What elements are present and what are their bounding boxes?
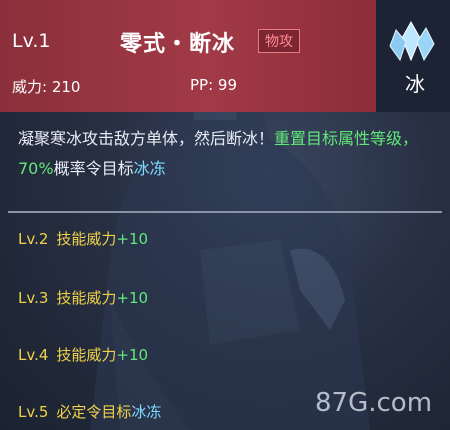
upgrade-value: +10 [116,289,149,307]
skill-power: 威力: 210 [12,78,81,96]
category-tag: 物攻 [258,29,300,53]
divider [8,211,442,213]
upgrade-level: Lv.5 [18,403,49,421]
description-effect: 重置目标属性等级， [274,129,419,148]
upgrade-level: Lv.2 [18,230,49,248]
upgrade-value: 冰冻 [131,403,162,421]
element-label: 冰 [405,72,425,96]
upgrade-row: Lv.3 技能威力+10 [18,287,148,308]
description-text: 凝聚寒冰攻击敌方单体，然后断冰！ [18,129,275,148]
upgrade-row: Lv.4 技能威力+10 [18,344,148,365]
upgrade-value: +10 [116,346,149,364]
description-status: 冰冻 [133,159,166,178]
upgrade-text: 技能威力 [56,230,117,248]
upgrade-level: Lv.3 [18,289,49,307]
upgrade-text: 技能威力 [56,346,117,364]
upgrade-row: Lv.2 技能威力+10 [18,228,148,249]
skill-description: 凝聚寒冰攻击敌方单体，然后断冰！重置目标属性等级， 70%概率令目标冰冻 [18,124,436,184]
upgrade-level: Lv.4 [18,346,49,364]
skill-level: Lv.1 [12,30,51,52]
skill-card: Lv.1 零式・断冰 物攻 威力: 210 PP: 99 冰 凝聚寒冰攻击敌方单… [0,0,450,430]
description-text-2: 概率令目标 [53,159,134,178]
skill-pp: PP: 99 [190,76,237,94]
skill-name: 零式・断冰 [120,32,236,57]
upgrade-value: +10 [116,230,149,248]
upgrade-row: Lv.5 必定令目标冰冻 [18,401,161,422]
upgrade-text: 必定令目标 [56,403,132,421]
description-chance: 70% [18,159,54,178]
watermark: 87G.com [315,388,433,418]
upgrade-text: 技能威力 [56,289,117,307]
ice-crystal-icon [389,20,435,62]
